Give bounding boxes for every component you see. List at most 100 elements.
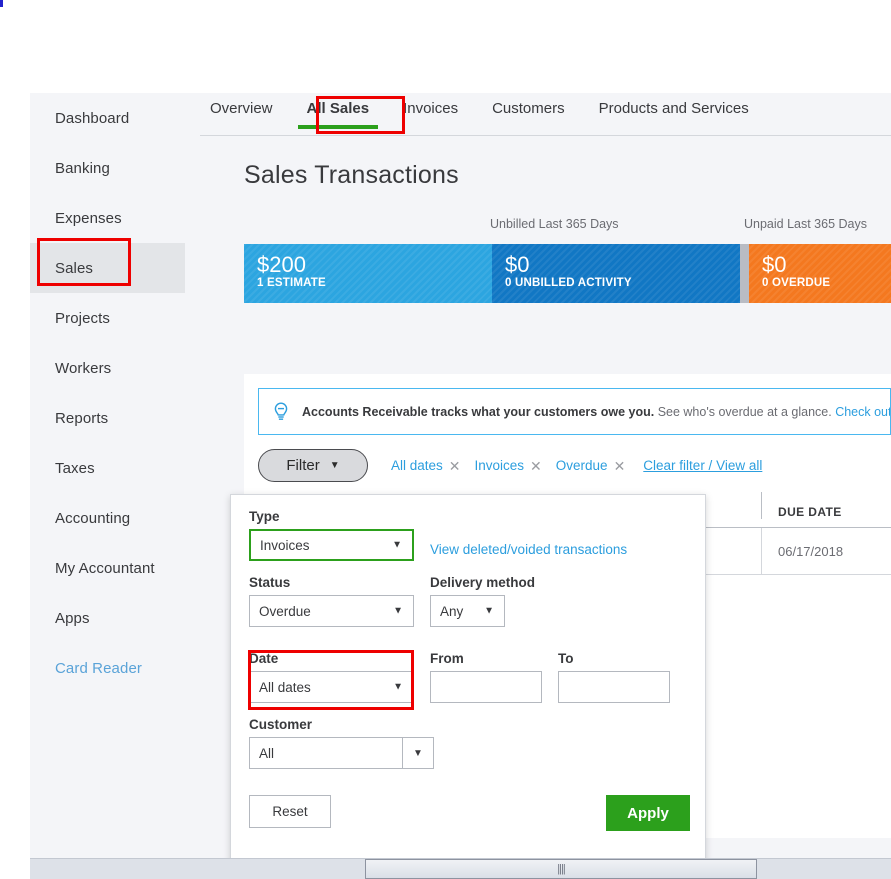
banner-text: Accounts Receivable tracks what your cus…	[302, 404, 890, 419]
tab-label: Customers	[492, 100, 565, 117]
sidebar-item-card-reader[interactable]: Card Reader	[30, 643, 185, 693]
bottom-gutter	[0, 858, 30, 879]
close-icon[interactable]: ✕	[449, 459, 461, 473]
page-title: Sales Transactions	[244, 161, 459, 189]
money-bars: $200 1 ESTIMATE $0 0 UNBILLED ACTIVITY $…	[244, 244, 891, 303]
chevron-down-icon[interactable]: ▼	[402, 737, 433, 769]
sidebar-item-my-accountant[interactable]: My Accountant	[30, 543, 185, 593]
filter-field-from: From	[430, 651, 542, 703]
money-summary: Unbilled Last 365 Days Unpaid Last 365 D…	[185, 190, 891, 303]
date-select[interactable]: All dates ▼	[249, 671, 414, 703]
delivery-method-select[interactable]: Any ▼	[430, 595, 505, 627]
close-icon[interactable]: ✕	[614, 459, 626, 473]
customer-select[interactable]: All ▼	[249, 737, 434, 769]
table-cell-due-date: 06/17/2018	[778, 543, 844, 559]
filter-label-from: From	[430, 651, 464, 666]
reset-button[interactable]: Reset	[249, 795, 331, 828]
unpaid-label: Unpaid Last 365 Days	[744, 217, 867, 231]
money-bar-amount: $200	[257, 252, 306, 277]
filter-chip-label: Overdue	[555, 458, 608, 473]
sidebar-item-label: Accounting	[55, 509, 131, 527]
sidebar-item-label: My Accountant	[55, 559, 155, 577]
sidebar-item-taxes[interactable]: Taxes	[30, 443, 185, 493]
tab-products-and-services[interactable]: Products and Services	[599, 93, 749, 117]
sidebar-item-label: Workers	[55, 359, 112, 377]
tab-customers[interactable]: Customers	[492, 93, 565, 117]
accounts-receivable-banner: Accounts Receivable tracks what your cus…	[258, 388, 891, 435]
unbilled-label: Unbilled Last 365 Days	[490, 217, 619, 231]
sidebar-item-reports[interactable]: Reports	[30, 393, 185, 443]
sidebar-item-label: Banking	[55, 159, 110, 177]
filter-chip-all-dates[interactable]: All dates ✕	[391, 458, 461, 473]
filter-field-customer: Customer All ▼	[249, 717, 434, 769]
type-select[interactable]: Invoices ▼	[249, 529, 414, 561]
tab-invoices[interactable]: Invoices	[403, 93, 458, 117]
close-icon[interactable]: ✕	[530, 459, 542, 473]
tab-label: Invoices	[403, 100, 459, 117]
tab-overview[interactable]: Overview	[210, 93, 273, 117]
date-select-value: All dates	[259, 679, 311, 695]
filter-field-to: To	[558, 651, 670, 703]
sidebar-item-apps[interactable]: Apps	[30, 593, 185, 643]
horizontal-scrollbar-thumb[interactable]: ||||	[365, 859, 757, 879]
sidebar-item-label: Expenses	[55, 209, 122, 227]
tabbar-divider	[200, 135, 891, 136]
filter-chip-overdue[interactable]: Overdue ✕	[556, 458, 626, 473]
from-date-input[interactable]	[430, 671, 542, 703]
sidebar-item-label: Dashboard	[55, 109, 130, 127]
sidebar-item-accounting[interactable]: Accounting	[30, 493, 185, 543]
customer-select-value: All	[259, 745, 275, 761]
delivery-method-select-value: Any	[440, 603, 464, 619]
money-bar-overdue[interactable]: $0 0 OVERDUE	[749, 244, 891, 303]
sidebar-item-label: Taxes	[55, 459, 95, 477]
money-summary-labels: Unbilled Last 365 Days Unpaid Last 365 D…	[244, 217, 891, 237]
sidebar-item-label: Sales	[55, 259, 94, 277]
chevron-down-icon: ▼	[393, 605, 403, 617]
tab-all-sales[interactable]: All Sales	[297, 93, 378, 129]
filter-field-date: Date All dates ▼	[249, 651, 414, 703]
filter-field-status: Status Overdue ▼	[249, 575, 414, 627]
horizontal-scrollbar[interactable]: ||||	[30, 858, 891, 879]
view-deleted-voided-link[interactable]: View deleted/voided transactions	[430, 542, 627, 557]
tab-label: Overview	[210, 100, 273, 117]
sidebar-item-banking[interactable]: Banking	[30, 143, 185, 193]
money-bar-unbilled[interactable]: $0 0 UNBILLED ACTIVITY	[492, 244, 740, 303]
banner-muted-text: See who's overdue at a glance.	[654, 404, 836, 419]
filter-chips: All dates ✕ Invoices ✕ Overdue ✕ Clear f…	[391, 458, 762, 473]
chevron-down-icon: ▼	[393, 681, 403, 693]
tab-label: Products and Services	[598, 100, 749, 117]
sidebar-item-projects[interactable]: Projects	[30, 293, 185, 343]
money-bar-divider	[740, 244, 749, 303]
filter-chip-label: Invoices	[474, 458, 525, 473]
filter-button[interactable]: Filter ▼	[258, 449, 368, 482]
banner-video-link[interactable]: Check out this vid	[835, 405, 890, 419]
filter-field-type: Type Invoices ▼	[249, 509, 414, 561]
money-bar-caption: 1 ESTIMATE	[257, 277, 326, 289]
sidebar-item-label: Apps	[55, 609, 90, 627]
sidebar: Dashboard Banking Expenses Sales Project…	[30, 93, 185, 858]
filter-label-status: Status	[249, 575, 291, 590]
tab-label: All Sales	[306, 100, 370, 117]
filter-button-label: Filter	[286, 457, 320, 474]
apply-button[interactable]: Apply	[606, 795, 690, 831]
status-select[interactable]: Overdue ▼	[249, 595, 414, 627]
sidebar-item-expenses[interactable]: Expenses	[30, 193, 185, 243]
money-bar-estimate[interactable]: $200 1 ESTIMATE	[244, 244, 492, 303]
filter-label-delivery-method: Delivery method	[430, 575, 536, 590]
sidebar-item-dashboard[interactable]: Dashboard	[30, 93, 185, 143]
scrollbar-grip-icon: ||||	[557, 863, 566, 875]
filter-label-to: To	[558, 651, 574, 666]
clear-filter-link[interactable]: Clear filter / View all	[643, 458, 762, 473]
corner-artifact	[0, 0, 3, 7]
sidebar-item-sales[interactable]: Sales	[30, 243, 185, 293]
to-date-input[interactable]	[558, 671, 670, 703]
filter-label-customer: Customer	[249, 717, 313, 732]
screenshot-root: Dashboard Banking Expenses Sales Project…	[0, 0, 891, 879]
column-header-due-date: DUE DATE	[778, 505, 842, 519]
chevron-down-icon: ▼	[484, 605, 494, 617]
chevron-down-icon: ▼	[329, 460, 340, 471]
sidebar-item-label: Projects	[55, 309, 110, 327]
filter-chip-invoices[interactable]: Invoices ✕	[475, 458, 542, 473]
type-select-value: Invoices	[260, 537, 310, 553]
sidebar-item-workers[interactable]: Workers	[30, 343, 185, 393]
